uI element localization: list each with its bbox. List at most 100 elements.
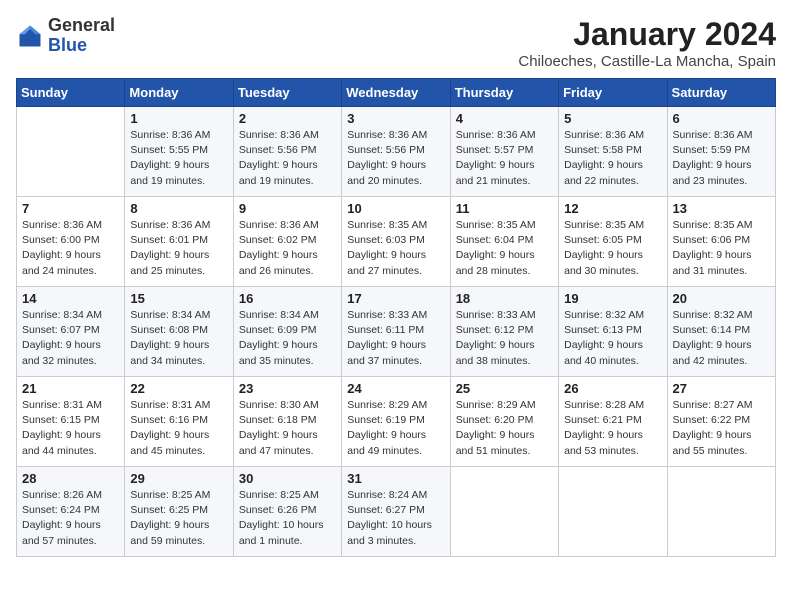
weekday-header-sunday: Sunday <box>17 79 125 107</box>
weekday-header-thursday: Thursday <box>450 79 558 107</box>
day-info: Sunrise: 8:36 AMSunset: 5:57 PMDaylight:… <box>456 128 553 189</box>
day-info: Sunrise: 8:33 AMSunset: 6:11 PMDaylight:… <box>347 308 444 369</box>
day-info: Sunrise: 8:31 AMSunset: 6:16 PMDaylight:… <box>130 398 227 459</box>
day-number: 19 <box>564 291 661 306</box>
day-number: 22 <box>130 381 227 396</box>
day-info: Sunrise: 8:29 AMSunset: 6:19 PMDaylight:… <box>347 398 444 459</box>
calendar-cell: 19 Sunrise: 8:32 AMSunset: 6:13 PMDayligh… <box>559 287 667 377</box>
day-info: Sunrise: 8:32 AMSunset: 6:13 PMDaylight:… <box>564 308 661 369</box>
day-number: 2 <box>239 111 336 126</box>
calendar-cell: 29 Sunrise: 8:25 AMSunset: 6:25 PMDayligh… <box>125 467 233 557</box>
calendar-cell: 5 Sunrise: 8:36 AMSunset: 5:58 PMDaylight… <box>559 107 667 197</box>
calendar-cell: 26 Sunrise: 8:28 AMSunset: 6:21 PMDayligh… <box>559 377 667 467</box>
day-info: Sunrise: 8:30 AMSunset: 6:18 PMDaylight:… <box>239 398 336 459</box>
title-block: January 2024 Chiloeches, Castille-La Man… <box>518 16 776 70</box>
calendar-cell: 15 Sunrise: 8:34 AMSunset: 6:08 PMDayligh… <box>125 287 233 377</box>
weekday-header-wednesday: Wednesday <box>342 79 450 107</box>
day-number: 16 <box>239 291 336 306</box>
calendar-week-row: 1 Sunrise: 8:36 AMSunset: 5:55 PMDaylight… <box>17 107 776 197</box>
day-number: 21 <box>22 381 119 396</box>
day-number: 10 <box>347 201 444 216</box>
day-number: 4 <box>456 111 553 126</box>
calendar-cell <box>559 467 667 557</box>
day-info: Sunrise: 8:36 AMSunset: 5:55 PMDaylight:… <box>130 128 227 189</box>
day-info: Sunrise: 8:25 AMSunset: 6:26 PMDaylight:… <box>239 488 336 549</box>
day-info: Sunrise: 8:29 AMSunset: 6:20 PMDaylight:… <box>456 398 553 459</box>
calendar-cell: 21 Sunrise: 8:31 AMSunset: 6:15 PMDayligh… <box>17 377 125 467</box>
day-number: 25 <box>456 381 553 396</box>
calendar-cell: 14Sunrise: 8:34 AMSunset: 6:07 PMDayligh… <box>17 287 125 377</box>
day-number: 13 <box>673 201 770 216</box>
weekday-header-tuesday: Tuesday <box>233 79 341 107</box>
day-info: Sunrise: 8:36 AMSunset: 5:56 PMDaylight:… <box>347 128 444 189</box>
day-info: Sunrise: 8:36 AMSunset: 5:56 PMDaylight:… <box>239 128 336 189</box>
weekday-header-saturday: Saturday <box>667 79 775 107</box>
day-number: 23 <box>239 381 336 396</box>
day-number: 5 <box>564 111 661 126</box>
day-number: 27 <box>673 381 770 396</box>
calendar-cell: 25 Sunrise: 8:29 AMSunset: 6:20 PMDayligh… <box>450 377 558 467</box>
month-year-title: January 2024 <box>518 16 776 53</box>
weekday-header-monday: Monday <box>125 79 233 107</box>
day-number: 12 <box>564 201 661 216</box>
calendar-cell: 10 Sunrise: 8:35 AMSunset: 6:03 PMDayligh… <box>342 197 450 287</box>
day-number: 8 <box>130 201 227 216</box>
calendar-cell <box>667 467 775 557</box>
day-info: Sunrise: 8:36 AMSunset: 5:58 PMDaylight:… <box>564 128 661 189</box>
day-info: Sunrise: 8:36 AMSunset: 5:59 PMDaylight:… <box>673 128 770 189</box>
calendar-cell: 22 Sunrise: 8:31 AMSunset: 6:16 PMDayligh… <box>125 377 233 467</box>
calendar-week-row: 28Sunrise: 8:26 AMSunset: 6:24 PMDayligh… <box>17 467 776 557</box>
calendar-cell: 3 Sunrise: 8:36 AMSunset: 5:56 PMDaylight… <box>342 107 450 197</box>
day-number: 15 <box>130 291 227 306</box>
calendar-cell: 30Sunrise: 8:25 AMSunset: 6:26 PMDayligh… <box>233 467 341 557</box>
day-number: 24 <box>347 381 444 396</box>
day-info: Sunrise: 8:36 AMSunset: 6:01 PMDaylight:… <box>130 218 227 279</box>
calendar-cell: 13 Sunrise: 8:35 AMSunset: 6:06 PMDayligh… <box>667 197 775 287</box>
logo-icon <box>16 22 44 50</box>
day-info: Sunrise: 8:33 AMSunset: 6:12 PMDaylight:… <box>456 308 553 369</box>
calendar-week-row: 21 Sunrise: 8:31 AMSunset: 6:15 PMDayligh… <box>17 377 776 467</box>
day-number: 6 <box>673 111 770 126</box>
day-number: 1 <box>130 111 227 126</box>
day-info: Sunrise: 8:28 AMSunset: 6:21 PMDaylight:… <box>564 398 661 459</box>
day-info: Sunrise: 8:24 AMSunset: 6:27 PMDaylight:… <box>347 488 444 549</box>
calendar-cell: 4 Sunrise: 8:36 AMSunset: 5:57 PMDaylight… <box>450 107 558 197</box>
day-number: 7 <box>22 201 119 216</box>
weekday-header-row: SundayMondayTuesdayWednesdayThursdayFrid… <box>17 79 776 107</box>
location-subtitle: Chiloeches, Castille-La Mancha, Spain <box>518 53 776 70</box>
calendar-cell: 28Sunrise: 8:26 AMSunset: 6:24 PMDayligh… <box>17 467 125 557</box>
day-number: 26 <box>564 381 661 396</box>
calendar-cell: 2 Sunrise: 8:36 AMSunset: 5:56 PMDaylight… <box>233 107 341 197</box>
day-info: Sunrise: 8:35 AMSunset: 6:03 PMDaylight:… <box>347 218 444 279</box>
calendar-cell: 12Sunrise: 8:35 AMSunset: 6:05 PMDayligh… <box>559 197 667 287</box>
day-info: Sunrise: 8:35 AMSunset: 6:06 PMDaylight:… <box>673 218 770 279</box>
day-info: Sunrise: 8:36 AMSunset: 6:02 PMDaylight:… <box>239 218 336 279</box>
calendar-cell: 17Sunrise: 8:33 AMSunset: 6:11 PMDayligh… <box>342 287 450 377</box>
calendar-cell: 7 Sunrise: 8:36 AMSunset: 6:00 PMDaylight… <box>17 197 125 287</box>
day-info: Sunrise: 8:36 AMSunset: 6:00 PMDaylight:… <box>22 218 119 279</box>
page-header: General Blue January 2024 Chiloeches, Ca… <box>16 16 776 70</box>
day-info: Sunrise: 8:31 AMSunset: 6:15 PMDaylight:… <box>22 398 119 459</box>
day-number: 31 <box>347 471 444 486</box>
calendar-week-row: 7 Sunrise: 8:36 AMSunset: 6:00 PMDaylight… <box>17 197 776 287</box>
day-number: 18 <box>456 291 553 306</box>
day-number: 3 <box>347 111 444 126</box>
day-info: Sunrise: 8:34 AMSunset: 6:08 PMDaylight:… <box>130 308 227 369</box>
day-number: 20 <box>673 291 770 306</box>
calendar-cell: 24 Sunrise: 8:29 AMSunset: 6:19 PMDayligh… <box>342 377 450 467</box>
day-number: 11 <box>456 201 553 216</box>
logo-text: General Blue <box>48 16 115 56</box>
calendar-week-row: 14Sunrise: 8:34 AMSunset: 6:07 PMDayligh… <box>17 287 776 377</box>
calendar-cell: 9Sunrise: 8:36 AMSunset: 6:02 PMDaylight… <box>233 197 341 287</box>
day-number: 28 <box>22 471 119 486</box>
weekday-header-friday: Friday <box>559 79 667 107</box>
day-info: Sunrise: 8:32 AMSunset: 6:14 PMDaylight:… <box>673 308 770 369</box>
day-number: 29 <box>130 471 227 486</box>
calendar-cell: 11 Sunrise: 8:35 AMSunset: 6:04 PMDayligh… <box>450 197 558 287</box>
calendar-cell: 27Sunrise: 8:27 AMSunset: 6:22 PMDayligh… <box>667 377 775 467</box>
calendar-cell <box>17 107 125 197</box>
calendar-table: SundayMondayTuesdayWednesdayThursdayFrid… <box>16 78 776 557</box>
calendar-cell: 16Sunrise: 8:34 AMSunset: 6:09 PMDayligh… <box>233 287 341 377</box>
day-info: Sunrise: 8:35 AMSunset: 6:04 PMDaylight:… <box>456 218 553 279</box>
day-info: Sunrise: 8:25 AMSunset: 6:25 PMDaylight:… <box>130 488 227 549</box>
